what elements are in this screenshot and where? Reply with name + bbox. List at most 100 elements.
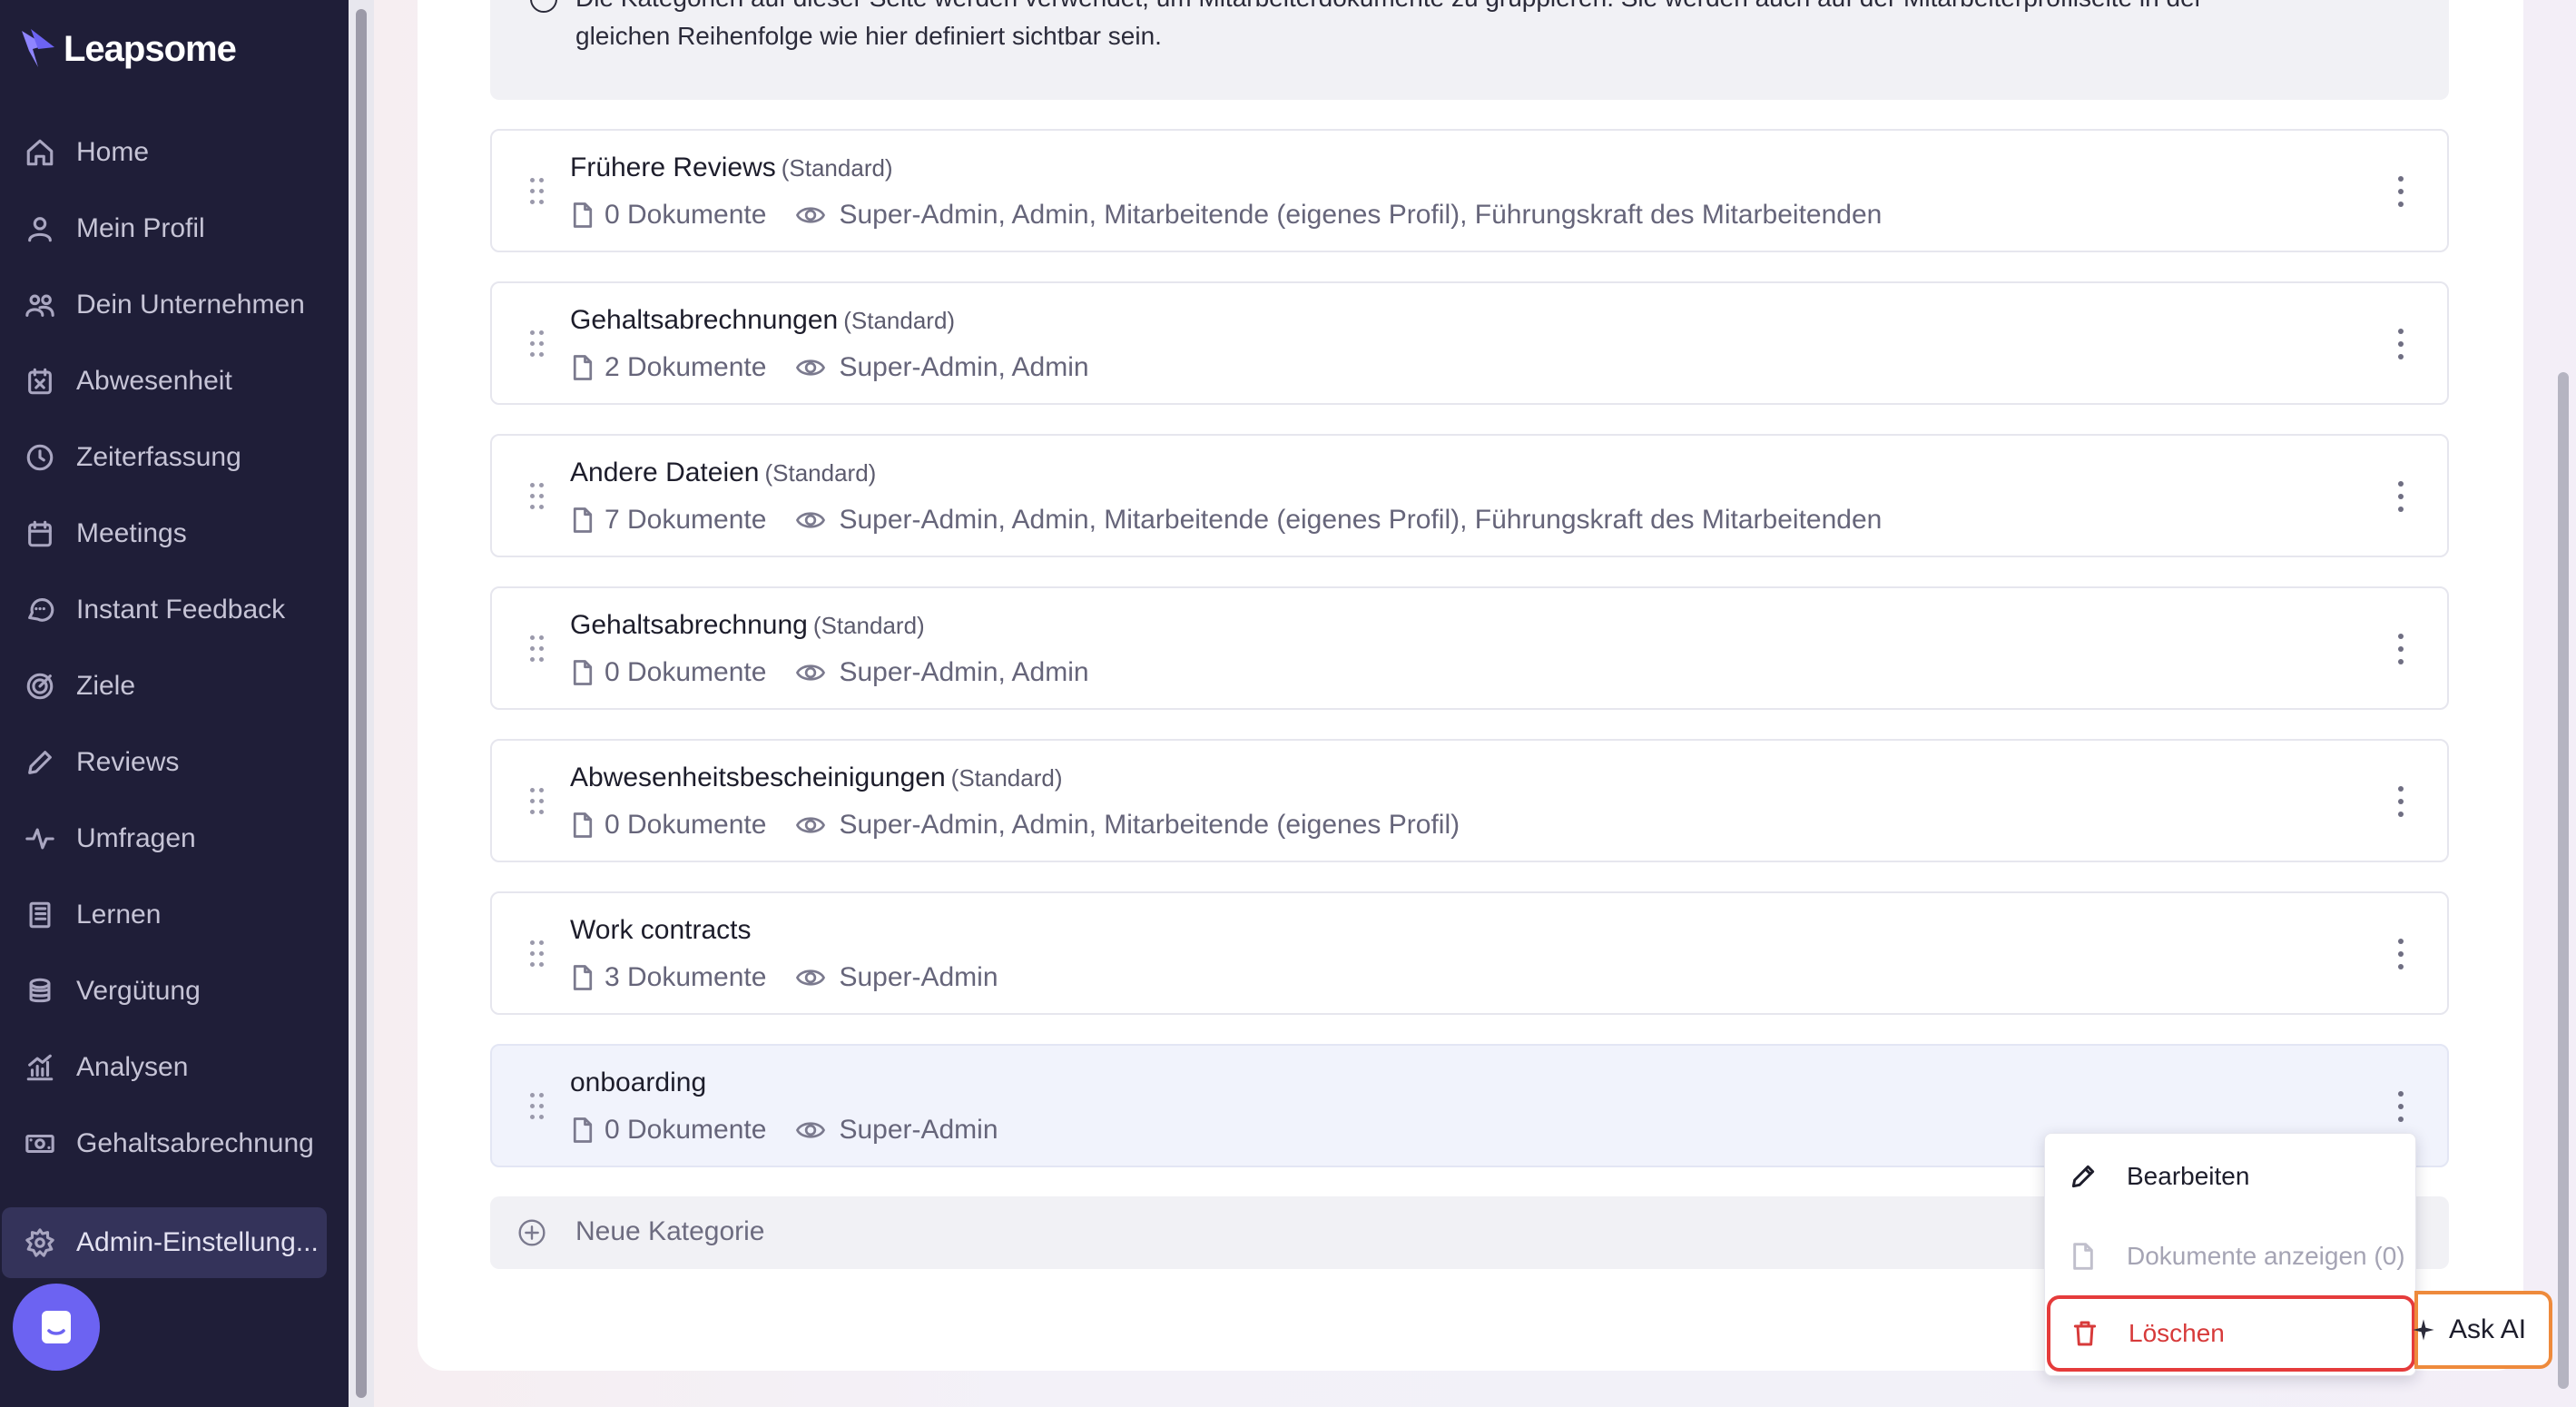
sidebar-item-zeiterfassung[interactable]: Zeiterfassung xyxy=(0,419,349,496)
sidebar-item-label: Home xyxy=(76,137,150,167)
sidebar-item-label: Umfragen xyxy=(76,823,196,853)
sidebar-item-meetings[interactable]: Meetings xyxy=(0,496,349,572)
sidebar-item-label: Admin-Einstellung... xyxy=(76,1227,319,1257)
clock-icon xyxy=(24,441,56,474)
brand-logo[interactable]: Leapsome xyxy=(18,25,237,73)
chat-support-button[interactable] xyxy=(13,1284,100,1371)
sidebar-item-label: Dein Unternehmen xyxy=(76,290,305,320)
eye-icon xyxy=(795,507,826,534)
drag-handle-icon[interactable] xyxy=(530,483,546,510)
trash-icon xyxy=(2073,1321,2097,1346)
sidebar-item-reviews[interactable]: Reviews xyxy=(0,724,349,801)
sidebar-item-umfragen[interactable]: Umfragen xyxy=(0,801,349,877)
eye-icon xyxy=(795,202,826,229)
category-row[interactable]: Gehaltsabrechnungen (Standard) 2 Dokument… xyxy=(490,281,2449,405)
menu-item-edit[interactable]: Bearbeiten xyxy=(2045,1137,2417,1215)
drag-handle-icon[interactable] xyxy=(530,178,546,205)
more-options-icon[interactable] xyxy=(2396,329,2405,359)
sidebar-item-label: Lernen xyxy=(76,900,162,930)
sidebar-item-label: Ziele xyxy=(76,671,136,701)
category-row[interactable]: Abwesenheitsbescheinigungen (Standard) 0 … xyxy=(490,739,2449,862)
category-name: Frühere Reviews xyxy=(570,153,776,182)
category-row[interactable]: Gehaltsabrechnung (Standard) 0 Dokumente … xyxy=(490,586,2449,710)
category-visibility: Super-Admin, Admin, Mitarbeitende (eigen… xyxy=(839,505,1883,535)
drag-handle-icon[interactable] xyxy=(530,788,546,815)
category-title: onboarding xyxy=(570,1068,712,1098)
menu-item-delete[interactable]: Löschen xyxy=(2047,1295,2415,1372)
more-options-icon[interactable] xyxy=(2396,939,2405,969)
info-text-line-2: gleichen Reihenfolge wie hier definiert … xyxy=(575,22,1162,50)
more-options-icon[interactable] xyxy=(2396,786,2405,817)
sidebar-item-dein-unternehmen[interactable]: Dein Unternehmen xyxy=(0,267,349,343)
eye-icon xyxy=(795,354,826,381)
pencil-icon xyxy=(2071,1165,2095,1188)
sidebar-item-label: Zeiterfassung xyxy=(76,442,241,472)
plus-circle-icon xyxy=(518,1219,546,1246)
eye-icon xyxy=(795,964,826,991)
sidebar-item-verguetung[interactable]: Vergütung xyxy=(0,953,349,1029)
category-doc-count: 3 Dokumente xyxy=(605,962,767,992)
sidebar-item-label: Gehaltsabrechnung xyxy=(76,1128,314,1158)
document-icon xyxy=(570,507,595,534)
main-scrollbar[interactable] xyxy=(2551,0,2576,1407)
category-meta: 2 Dokumente Super-Admin, Admin xyxy=(570,352,1089,383)
sidebar-item-instant-feedback[interactable]: Instant Feedback xyxy=(0,572,349,648)
sidebar-item-gehaltsabrechnung[interactable]: Gehaltsabrechnung xyxy=(0,1106,349,1182)
user-icon xyxy=(24,212,56,245)
sidebar-item-label: Mein Profil xyxy=(76,213,205,243)
more-options-icon[interactable] xyxy=(2396,481,2405,512)
category-title: Andere Dateien (Standard) xyxy=(570,458,876,488)
menu-item-view-documents[interactable]: Dokumente anzeigen (0) xyxy=(2045,1217,2417,1295)
document-icon xyxy=(570,964,595,991)
sidebar-item-lernen[interactable]: Lernen xyxy=(0,877,349,953)
category-doc-count: 0 Dokumente xyxy=(605,657,767,687)
category-title: Abwesenheitsbescheinigungen (Standard) xyxy=(570,763,1063,793)
main-scrollbar-thumb[interactable] xyxy=(2558,372,2569,1389)
drag-handle-icon[interactable] xyxy=(530,635,546,663)
drag-handle-icon[interactable] xyxy=(530,940,546,968)
more-options-icon[interactable] xyxy=(2396,634,2405,664)
category-visibility: Super-Admin, Admin, Mitarbeitende (eigen… xyxy=(839,200,1883,230)
category-name: Abwesenheitsbescheinigungen xyxy=(570,763,946,792)
category-visibility: Super-Admin xyxy=(839,962,998,992)
chat-icon xyxy=(24,594,56,626)
pen-icon xyxy=(24,746,56,779)
menu-item-label: Dokumente anzeigen (0) xyxy=(2127,1242,2405,1270)
category-meta: 0 Dokumente Super-Admin xyxy=(570,1115,998,1146)
pulse-icon xyxy=(24,822,56,855)
sidebar-item-admin-einstellungen[interactable]: Admin-Einstellung... xyxy=(2,1207,327,1278)
category-meta: 0 Dokumente Super-Admin, Admin xyxy=(570,657,1089,688)
more-options-icon[interactable] xyxy=(2396,176,2405,207)
sidebar-item-mein-profil[interactable]: Mein Profil xyxy=(0,191,349,267)
users-icon xyxy=(24,289,56,321)
category-title: Gehaltsabrechnungen (Standard) xyxy=(570,305,955,336)
category-visibility: Super-Admin, Admin xyxy=(839,352,1089,382)
category-standard-tag: (Standard) xyxy=(843,307,956,334)
category-standard-tag: (Standard) xyxy=(764,459,877,487)
more-options-icon[interactable] xyxy=(2396,1091,2405,1122)
drag-handle-icon[interactable] xyxy=(530,1093,546,1120)
document-icon xyxy=(570,202,595,229)
category-standard-tag: (Standard) xyxy=(950,764,1063,792)
document-icon xyxy=(2073,1243,2093,1270)
sidebar-item-abwesenheit[interactable]: Abwesenheit xyxy=(0,343,349,419)
sidebar-item-analysen[interactable]: Analysen xyxy=(0,1029,349,1106)
category-row[interactable]: Andere Dateien (Standard) 7 Dokumente Sup… xyxy=(490,434,2449,557)
brand-name: Leapsome xyxy=(64,28,237,69)
context-menu: Bearbeiten Dokumente anzeigen (0) Lösche… xyxy=(2044,1133,2416,1376)
chart-icon xyxy=(24,1051,56,1084)
category-row[interactable]: Frühere Reviews (Standard) 0 Dokumente Su… xyxy=(490,129,2449,252)
category-title: Work contracts xyxy=(570,915,757,946)
sidebar-scrollbar[interactable] xyxy=(349,0,374,1407)
sidebar-item-label: Vergütung xyxy=(76,976,201,1006)
document-icon xyxy=(570,354,595,381)
sidebar-scrollbar-thumb[interactable] xyxy=(356,9,367,1398)
sidebar-item-home[interactable]: Home xyxy=(0,114,349,191)
document-icon xyxy=(570,1117,595,1144)
drag-handle-icon[interactable] xyxy=(530,330,546,358)
category-row[interactable]: Work contracts 3 Dokumente Super-Admin xyxy=(490,891,2449,1015)
sidebar-item-ziele[interactable]: Ziele xyxy=(0,648,349,724)
ask-ai-button[interactable]: Ask AI xyxy=(2413,1291,2552,1369)
category-doc-count: 0 Dokumente xyxy=(605,1115,767,1145)
document-icon xyxy=(570,812,595,839)
